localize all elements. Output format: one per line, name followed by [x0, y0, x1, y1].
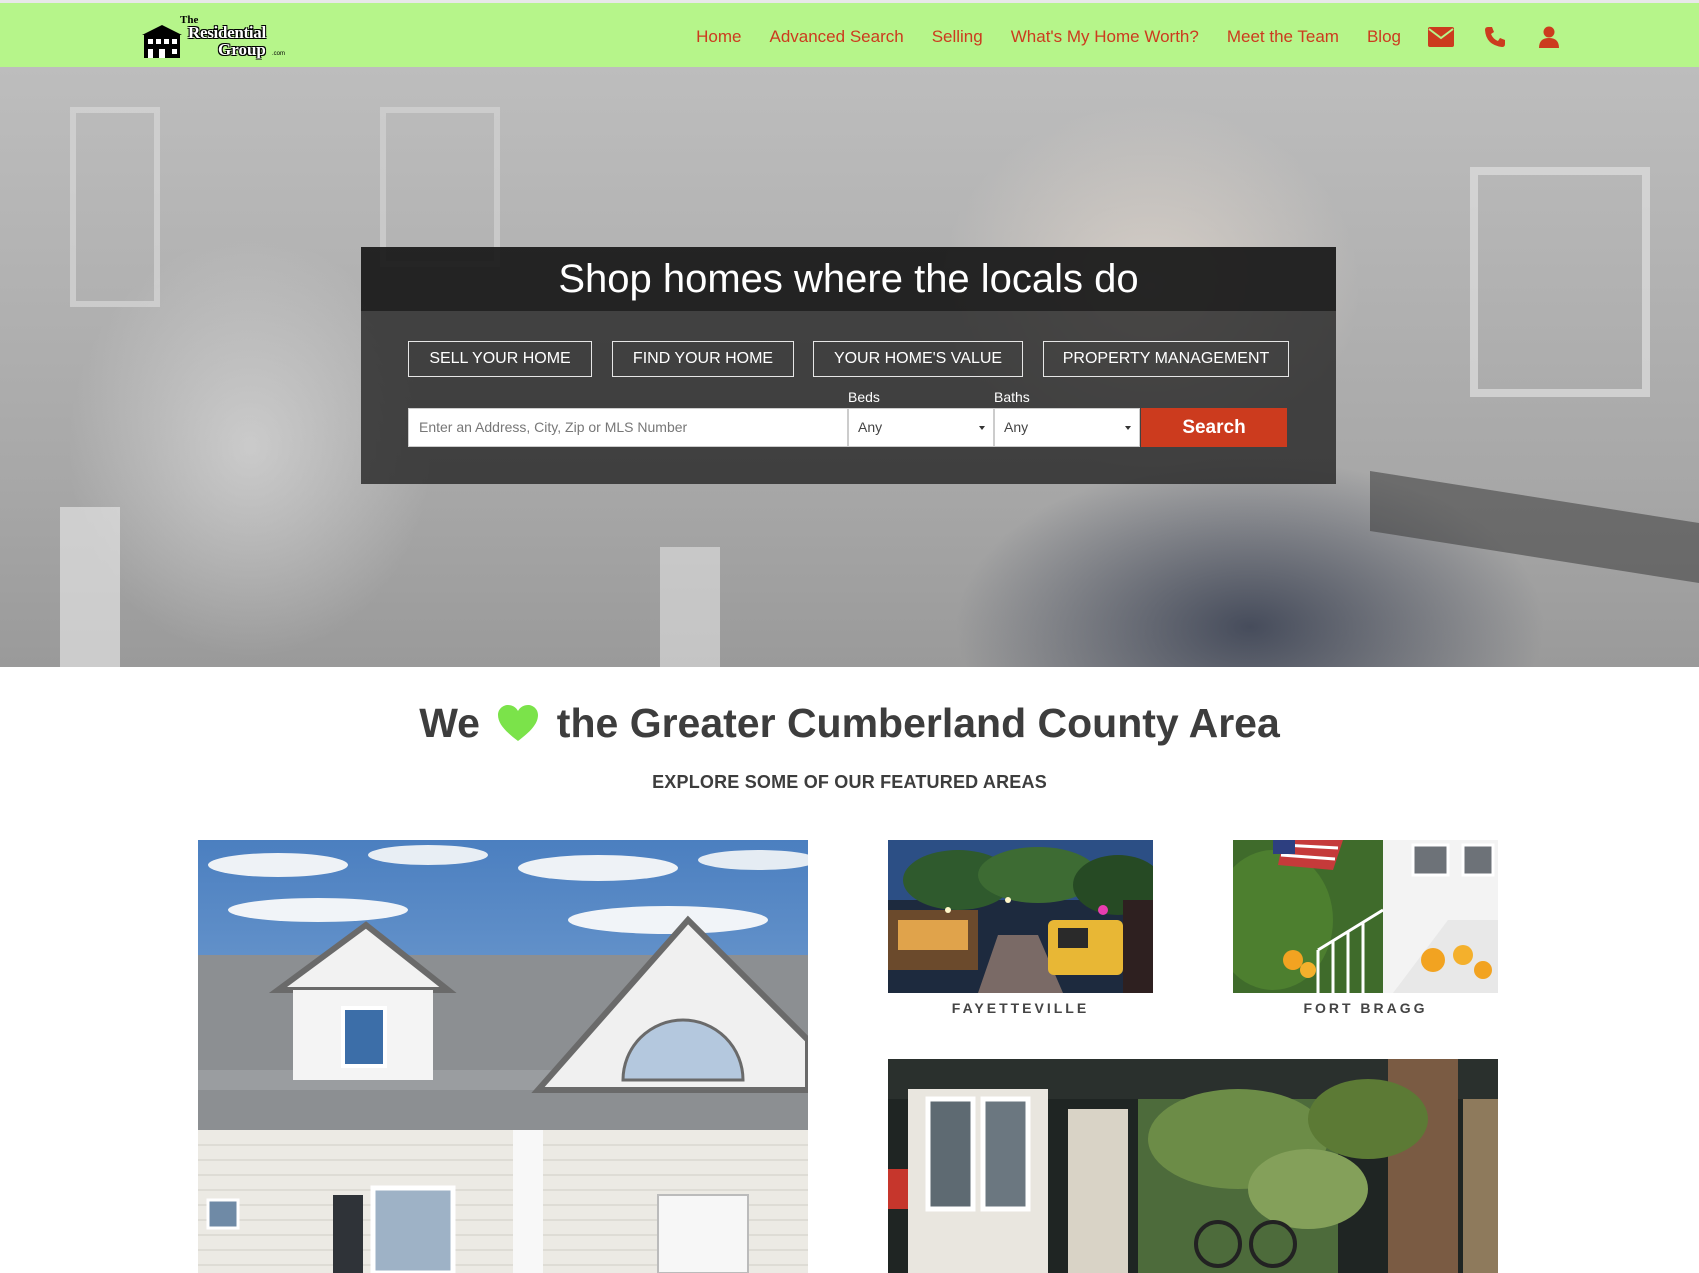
top-navigation-bar: The Residential Group .com Home Advanced…	[0, 0, 1699, 67]
address-search-input[interactable]: Enter an Address, City, Zip or MLS Numbe…	[408, 408, 848, 447]
property-management-button[interactable]: PROPERTY MANAGEMENT	[1043, 341, 1289, 377]
featured-areas-subheading: EXPLORE SOME OF OUR FEATURED AREAS	[652, 772, 1047, 792]
baths-label: Baths	[994, 389, 1030, 405]
fort-bragg-image[interactable]	[1233, 840, 1498, 993]
hero-window-center	[380, 107, 500, 267]
nav-home-link[interactable]: Home	[696, 27, 741, 47]
nav-meet-team-link[interactable]: Meet the Team	[1227, 27, 1339, 47]
nav-links: Home Advanced Search Selling What's My H…	[668, 3, 1563, 70]
featured-area-large-image[interactable]	[198, 840, 808, 1273]
headline-we: We	[419, 700, 480, 746]
nav-selling-link[interactable]: Selling	[932, 27, 983, 47]
hero-banner: Shop homes where the locals do SELL YOUR…	[0, 67, 1699, 667]
logo-group-text: Group	[218, 40, 266, 59]
hero-column-left	[60, 507, 120, 667]
beds-select[interactable]: Any	[848, 408, 994, 447]
search-button[interactable]: Search	[1141, 408, 1287, 447]
find-your-home-button[interactable]: FIND YOUR HOME	[612, 341, 794, 377]
baths-select[interactable]: Any	[994, 408, 1140, 447]
site-logo[interactable]: The Residential Group .com	[142, 14, 287, 62]
envelope-icon[interactable]	[1427, 23, 1455, 51]
phone-icon[interactable]	[1481, 23, 1509, 51]
nav-home-worth-link[interactable]: What's My Home Worth?	[1011, 27, 1199, 47]
heart-icon	[497, 704, 539, 752]
nav-advanced-search-link[interactable]: Advanced Search	[769, 27, 903, 47]
sell-your-home-button[interactable]: SELL YOUR HOME	[408, 341, 592, 377]
fayetteville-image[interactable]	[888, 840, 1153, 993]
fayetteville-caption[interactable]: FAYETTEVILLE	[888, 1000, 1153, 1016]
user-icon[interactable]	[1535, 23, 1563, 51]
hero-column-mid	[660, 547, 720, 667]
hero-title: Shop homes where the locals do	[558, 257, 1139, 301]
beds-select-value: Any	[858, 419, 883, 435]
hero-window-left	[70, 107, 160, 307]
featured-areas-headline: We the Greater Cumberland County Area	[0, 700, 1699, 752]
baths-select-value: Any	[1004, 419, 1029, 435]
featured-area-porch-image[interactable]	[888, 1059, 1498, 1273]
chevron-down-icon	[979, 426, 985, 430]
fort-bragg-caption[interactable]: FORT BRAGG	[1233, 1000, 1498, 1016]
your-homes-value-button[interactable]: YOUR HOME'S VALUE	[813, 341, 1023, 377]
headline-area: the Greater Cumberland County Area	[556, 700, 1280, 746]
hero-window-right	[1470, 167, 1650, 397]
chevron-down-icon	[1125, 426, 1131, 430]
logo-com-text: .com	[272, 51, 286, 57]
beds-label: Beds	[848, 389, 880, 405]
nav-blog-link[interactable]: Blog	[1367, 27, 1401, 47]
hero-search-panel: Shop homes where the locals do SELL YOUR…	[361, 247, 1336, 484]
house-logo-icon	[142, 25, 182, 58]
